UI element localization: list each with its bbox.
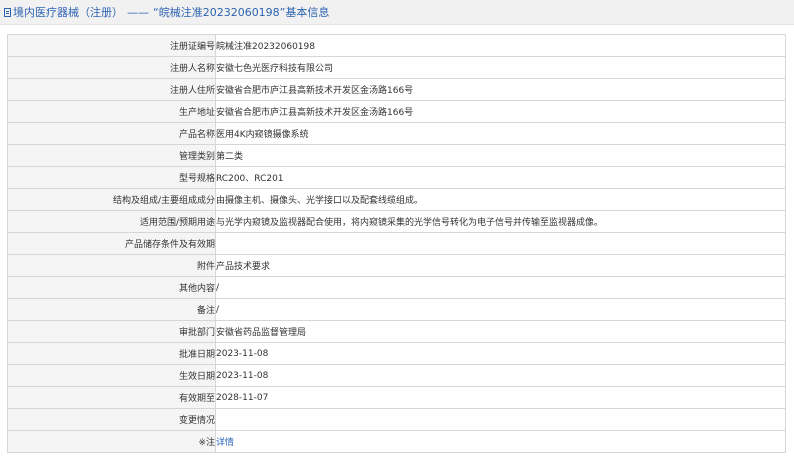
row-value: 安徽七色光医疗科技有限公司 <box>215 56 786 79</box>
row-label: 产品名称 <box>7 122 216 145</box>
detail-table: 注册证编号 皖械注准20232060198 注册人名称 安徽七色光医疗科技有限公司 注册… <box>7 34 786 453</box>
row-label: 管理类别 <box>7 144 216 167</box>
table-row: 批准日期 2023-11-08 <box>7 342 786 365</box>
table-row: 生效日期 2023-11-08 <box>7 364 786 387</box>
row-value: 第二类 <box>215 144 786 167</box>
row-label: 批准日期 <box>7 342 216 365</box>
row-value: 安徽省药品监督管理局 <box>215 320 786 343</box>
row-value: 安徽省合肥市庐江县高新技术开发区金汤路166号 <box>215 100 786 123</box>
row-label: 备注 <box>7 298 216 321</box>
table-row: 注册人名称 安徽七色光医疗科技有限公司 <box>7 56 786 79</box>
breadcrumb-section[interactable]: 境内医疗器械（注册） <box>13 4 123 20</box>
row-value: 2028-11-07 <box>215 386 786 409</box>
row-value: 皖械注准20232060198 <box>215 34 786 57</box>
table-row: 注册证编号 皖械注准20232060198 <box>7 34 786 57</box>
table-row: 有效期至 2028-11-07 <box>7 386 786 409</box>
row-label: 适用范围/预期用途 <box>7 210 216 233</box>
row-value: 安徽省合肥市庐江县高新技术开发区金汤路166号 <box>215 78 786 101</box>
row-value: 详情 <box>215 430 786 453</box>
row-label: 产品储存条件及有效期 <box>7 232 216 255</box>
table-row: 产品名称 医用4K内窥镜摄像系统 <box>7 122 786 145</box>
breadcrumb-separator: —— <box>127 5 149 19</box>
row-value <box>215 232 786 255</box>
row-value: 2023-11-08 <box>215 342 786 365</box>
table-row: 附件 产品技术要求 <box>7 254 786 277</box>
table-row: 审批部门 安徽省药品监督管理局 <box>7 320 786 343</box>
row-label: 变更情况 <box>7 408 216 431</box>
details-link[interactable]: 详情 <box>217 438 235 448</box>
row-label: 注册证编号 <box>7 34 216 57</box>
row-label: 有效期至 <box>7 386 216 409</box>
table-row: 其他内容 / <box>7 276 786 299</box>
row-value: / <box>215 298 786 321</box>
row-value: RC200、RC201 <box>215 166 786 189</box>
breadcrumb: 境内医疗器械（注册） —— “皖械注准20232060198”基本信息 <box>0 0 794 25</box>
table-row: 生产地址 安徽省合肥市庐江县高新技术开发区金汤路166号 <box>7 100 786 123</box>
table-row: 变更情况 <box>7 408 786 431</box>
table-row: 备注 / <box>7 298 786 321</box>
row-value <box>215 408 786 431</box>
table-row: 结构及组成/主要组成成分 由摄像主机、摄像头、光学接口以及配套线缆组成。 <box>7 188 786 211</box>
row-label: 其他内容 <box>7 276 216 299</box>
row-value: / <box>215 276 786 299</box>
row-value: 2023-11-08 <box>215 364 786 387</box>
row-label: 结构及组成/主要组成成分 <box>7 188 216 211</box>
row-value: 医用4K内窥镜摄像系统 <box>215 122 786 145</box>
document-icon <box>4 7 11 17</box>
row-value: 与光学内窥镜及监视器配合使用，将内窥镜采集的光学信号转化为电子信号并传输至监视器… <box>215 210 786 233</box>
row-label: 型号规格 <box>7 166 216 189</box>
table-row: 管理类别 第二类 <box>7 144 786 167</box>
table-row: 适用范围/预期用途 与光学内窥镜及监视器配合使用，将内窥镜采集的光学信号转化为电子… <box>7 210 786 233</box>
row-label: 审批部门 <box>7 320 216 343</box>
row-value: 产品技术要求 <box>215 254 786 277</box>
row-label: 注册人名称 <box>7 56 216 79</box>
page-title: “皖械注准20232060198”基本信息 <box>153 6 330 19</box>
table-row: ※注 详情 <box>7 430 786 453</box>
row-label: 生产地址 <box>7 100 216 123</box>
row-label: ※注 <box>7 430 216 453</box>
table-row: 型号规格 RC200、RC201 <box>7 166 786 189</box>
row-label: 注册人住所 <box>7 78 216 101</box>
table-row: 注册人住所 安徽省合肥市庐江县高新技术开发区金汤路166号 <box>7 78 786 101</box>
row-label: 生效日期 <box>7 364 216 387</box>
row-value: 由摄像主机、摄像头、光学接口以及配套线缆组成。 <box>215 188 786 211</box>
row-label: 附件 <box>7 254 216 277</box>
table-row: 产品储存条件及有效期 <box>7 232 786 255</box>
